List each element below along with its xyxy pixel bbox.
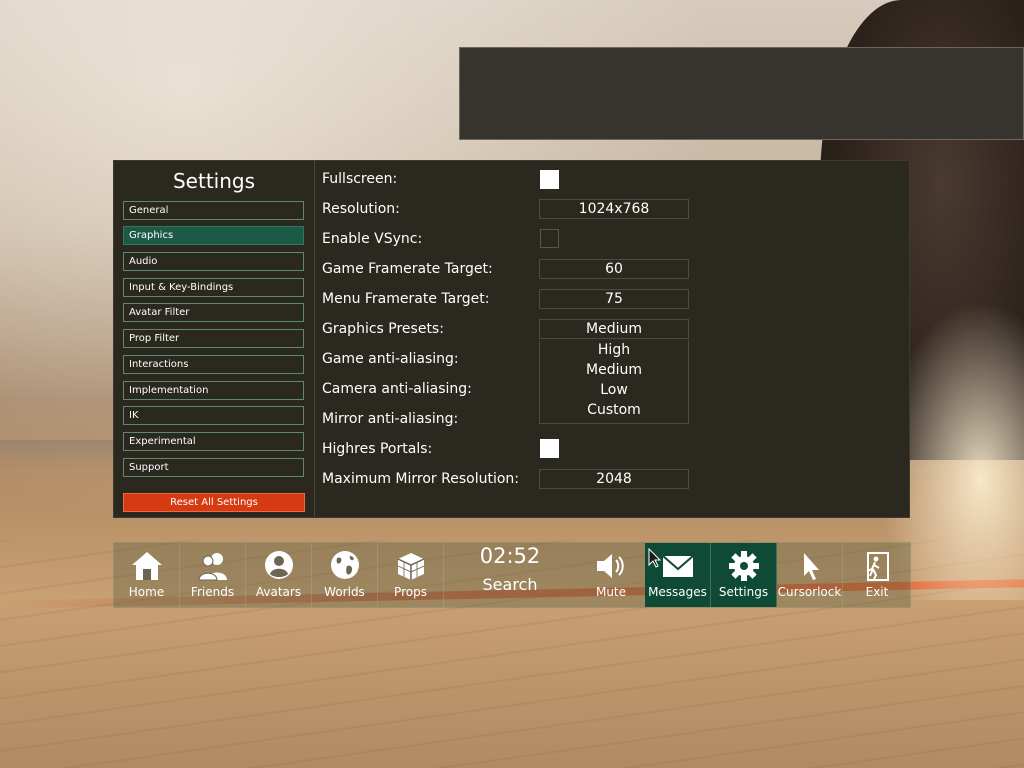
cursor-icon bbox=[803, 553, 819, 580]
home-button[interactable]: Home bbox=[114, 543, 180, 607]
tab-support[interactable]: Support bbox=[123, 458, 304, 477]
notification-banner bbox=[459, 47, 1024, 140]
search-button[interactable]: Search bbox=[445, 575, 575, 594]
tab-prop-filter[interactable]: Prop Filter bbox=[123, 329, 304, 348]
resolution-label: Resolution: bbox=[322, 201, 400, 217]
menu-framerate-label: Menu Framerate Target: bbox=[322, 291, 490, 307]
cursorlock-button[interactable]: Cursorlock bbox=[777, 543, 843, 607]
game-aa-label: Game anti-aliasing: bbox=[322, 351, 459, 367]
tab-ik[interactable]: IK bbox=[123, 406, 304, 425]
mirror-resolution-select[interactable]: 2048 bbox=[539, 469, 689, 489]
tab-implementation[interactable]: Implementation bbox=[123, 381, 304, 400]
menu-framerate-input[interactable]: 75 bbox=[539, 289, 689, 309]
highres-portals-label: Highres Portals: bbox=[322, 441, 433, 457]
avatars-button[interactable]: Avatars bbox=[246, 543, 312, 607]
settings-panel: Settings General Graphics Audio Input & … bbox=[113, 160, 910, 518]
mute-button[interactable]: Mute bbox=[578, 543, 644, 607]
game-framerate-label: Game Framerate Target: bbox=[322, 261, 493, 277]
fullscreen-checkbox[interactable] bbox=[540, 170, 559, 189]
tab-graphics[interactable]: Graphics bbox=[123, 226, 304, 245]
fullscreen-label: Fullscreen: bbox=[322, 171, 398, 187]
worlds-button[interactable]: Worlds bbox=[312, 543, 378, 607]
vsync-checkbox[interactable] bbox=[540, 229, 559, 248]
settings-title: Settings bbox=[172, 169, 256, 193]
mirror-resolution-label: Maximum Mirror Resolution: bbox=[322, 471, 519, 487]
graphics-presets-label: Graphics Presets: bbox=[322, 321, 444, 337]
clock-display: 02:52 bbox=[479, 544, 541, 568]
avatar-icon bbox=[264, 551, 293, 579]
highres-portals-checkbox[interactable] bbox=[540, 439, 559, 458]
props-button[interactable]: Props bbox=[378, 543, 444, 607]
mute-label: Mute bbox=[595, 585, 627, 599]
exit-icon bbox=[866, 552, 889, 581]
preset-option-medium[interactable]: Medium bbox=[540, 360, 688, 380]
friends-icon bbox=[197, 553, 227, 581]
envelope-icon bbox=[661, 555, 694, 577]
preset-option-high[interactable]: High bbox=[540, 340, 688, 360]
resolution-select[interactable]: 1024x768 bbox=[539, 199, 689, 219]
tab-experimental[interactable]: Experimental bbox=[123, 432, 304, 451]
speaker-icon bbox=[597, 554, 624, 578]
tab-audio[interactable]: Audio bbox=[123, 252, 304, 271]
gear-icon bbox=[728, 551, 759, 581]
preset-option-custom[interactable]: Custom bbox=[540, 400, 688, 420]
home-icon bbox=[131, 552, 162, 580]
settings-sidebar: Settings General Graphics Audio Input & … bbox=[114, 161, 315, 517]
friends-button[interactable]: Friends bbox=[180, 543, 246, 607]
reset-all-settings-button[interactable]: Reset All Settings bbox=[123, 493, 305, 512]
globe-icon bbox=[330, 551, 359, 579]
settings-label: Settings bbox=[718, 585, 769, 599]
camera-aa-label: Camera anti-aliasing: bbox=[322, 381, 472, 397]
mirror-aa-label: Mirror anti-aliasing: bbox=[322, 411, 459, 427]
settings-button[interactable]: Settings bbox=[711, 543, 777, 607]
cursorlock-label: Cursorlock bbox=[777, 585, 842, 599]
friends-label: Friends bbox=[190, 585, 235, 599]
exit-button[interactable]: Exit bbox=[844, 543, 910, 607]
preset-option-low[interactable]: Low bbox=[540, 380, 688, 400]
tab-input-key-bindings[interactable]: Input & Key-Bindings bbox=[123, 278, 304, 297]
game-framerate-input[interactable]: 60 bbox=[539, 259, 689, 279]
worlds-label: Worlds bbox=[324, 585, 365, 599]
tab-general[interactable]: General bbox=[123, 201, 304, 220]
tab-interactions[interactable]: Interactions bbox=[123, 355, 304, 374]
props-label: Props bbox=[394, 585, 427, 599]
tab-avatar-filter[interactable]: Avatar Filter bbox=[123, 303, 304, 322]
exit-label: Exit bbox=[865, 585, 889, 599]
home-label: Home bbox=[128, 585, 165, 599]
graphics-presets-select[interactable]: Medium bbox=[539, 319, 689, 339]
mouse-pointer-icon bbox=[648, 548, 662, 568]
vsync-label: Enable VSync: bbox=[322, 231, 423, 247]
avatars-label: Avatars bbox=[255, 585, 302, 599]
graphics-presets-dropdown: High Medium Low Custom bbox=[539, 340, 689, 424]
cube-icon bbox=[397, 553, 424, 580]
messages-label: Messages bbox=[648, 585, 707, 599]
